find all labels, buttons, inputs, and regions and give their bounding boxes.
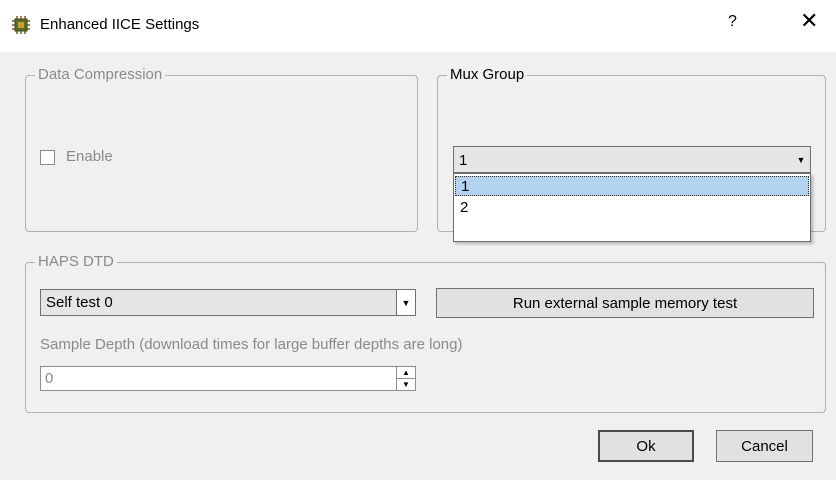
enable-label: Enable: [66, 148, 113, 165]
self-test-selected-value: Self test 0: [46, 294, 113, 311]
mux-group-select[interactable]: 1 ▼: [453, 146, 811, 173]
enable-checkbox[interactable]: [40, 150, 55, 165]
mux-group-legend: Mux Group: [447, 66, 528, 84]
cancel-button[interactable]: Cancel: [716, 430, 813, 462]
haps-dtd-legend: HAPS DTD: [35, 253, 117, 271]
mux-group-dropdown-list: 1 2: [453, 173, 811, 242]
close-button[interactable]: ✕: [800, 10, 818, 32]
spin-down-icon[interactable]: ▼: [397, 379, 415, 390]
chevron-down-icon[interactable]: ▼: [396, 290, 415, 315]
mux-option-2-label: 2: [460, 199, 469, 216]
mux-option-1-label: 1: [461, 178, 470, 195]
sample-depth-value: 0: [45, 370, 54, 387]
run-memory-test-button[interactable]: Run external sample memory test: [436, 288, 814, 318]
chip-icon: [12, 16, 30, 34]
data-compression-legend: Data Compression: [35, 66, 166, 84]
ok-button[interactable]: Ok: [598, 430, 694, 462]
help-button[interactable]: ?: [728, 13, 737, 31]
self-test-select[interactable]: Self test 0 ▼: [40, 289, 416, 316]
mux-option-1[interactable]: 1: [455, 176, 809, 196]
chevron-down-icon[interactable]: ▼: [792, 147, 810, 172]
spin-buttons: ▲ ▼: [396, 367, 415, 390]
spin-up-icon[interactable]: ▲: [397, 367, 415, 379]
window-title: Enhanced IICE Settings: [40, 16, 200, 33]
mux-group-selected-value: 1: [459, 152, 468, 169]
mux-option-2[interactable]: 2: [455, 198, 809, 218]
sample-depth-spinbox[interactable]: 0 ▲ ▼: [40, 366, 416, 391]
title-bar: Enhanced IICE Settings ? ✕: [0, 0, 836, 52]
sample-depth-label: Sample Depth (download times for large b…: [40, 336, 463, 353]
